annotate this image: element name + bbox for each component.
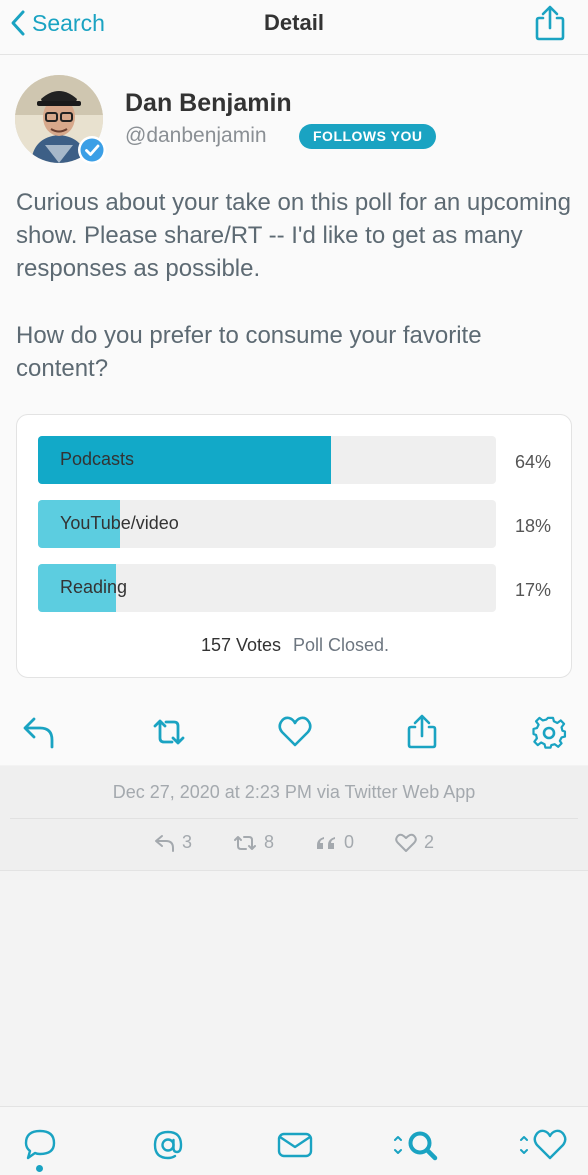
poll-option-label: Reading <box>60 577 128 597</box>
heart-icon <box>395 833 417 852</box>
quote-count[interactable]: 0 <box>314 832 354 853</box>
reply-icon <box>154 834 174 852</box>
tweet-action-bar <box>0 700 588 764</box>
envelope-icon <box>277 1132 313 1158</box>
divider <box>10 818 578 819</box>
retweet-icon <box>233 835 256 850</box>
tab-likes[interactable] <box>516 1127 570 1168</box>
poll-status: Poll Closed. <box>293 635 390 655</box>
share-icon <box>407 714 437 749</box>
author-handle[interactable]: @danbenjamin <box>125 124 267 148</box>
retweet-icon <box>153 719 185 745</box>
tweet-text-paragraph-2: How do you prefer to consume your favori… <box>16 322 482 382</box>
retweet-count[interactable]: 8 <box>232 832 274 853</box>
retweet-button[interactable] <box>150 714 188 755</box>
poll-option-youtube: YouTube/video <box>38 500 496 548</box>
tab-bar <box>0 1106 588 1175</box>
reply-count-value: 3 <box>181 832 192 852</box>
poll-option-reading: Reading <box>38 564 496 612</box>
poll-option-percent: 64% <box>514 452 551 472</box>
speech-bubble-icon <box>24 1129 56 1160</box>
tab-messages[interactable] <box>276 1127 314 1168</box>
poll-footer: 157 Votes Poll Closed. <box>17 635 573 656</box>
active-tab-indicator <box>36 1165 43 1172</box>
author-name[interactable]: Dan Benjamin <box>125 89 292 118</box>
poll-option-label: Podcasts <box>60 449 135 469</box>
tab-search[interactable] <box>390 1127 442 1168</box>
reply-icon <box>23 717 54 749</box>
quote-icon <box>317 836 335 849</box>
tab-timeline[interactable] <box>22 1127 58 1168</box>
page-title: Detail <box>264 10 324 35</box>
heart-icon <box>278 716 312 747</box>
poll-option-percent: 18% <box>514 516 551 536</box>
follows-you-badge: FOLLOWS YOU <box>299 124 437 149</box>
poll-card: Podcasts 64% YouTube/video 18% Reading 1… <box>16 414 572 678</box>
like-count[interactable]: 2 <box>394 832 434 853</box>
settings-button[interactable] <box>530 714 568 757</box>
reply-count[interactable]: 3 <box>154 832 192 853</box>
share-icon <box>535 5 565 41</box>
share-tweet-button[interactable] <box>404 714 440 755</box>
nav-bar: Search Detail <box>0 0 588 55</box>
share-button[interactable] <box>532 4 568 47</box>
poll-option-label: YouTube/video <box>60 513 179 533</box>
poll-vote-count: 157 Votes <box>200 635 282 655</box>
tweet-text-paragraph-1: Curious about your take on this poll for… <box>16 189 571 282</box>
quote-count-value: 0 <box>344 832 355 852</box>
tweet-counts: 3 8 0 2 <box>0 832 588 853</box>
gear-icon <box>532 716 567 749</box>
poll-option-podcasts: Podcasts <box>38 436 496 484</box>
verified-icon <box>77 135 107 165</box>
like-count-value: 2 <box>424 832 435 852</box>
like-button[interactable] <box>276 714 314 755</box>
reply-button[interactable] <box>22 714 56 755</box>
search-icon <box>394 1131 438 1161</box>
tweet-timestamp: Dec 27, 2020 at 2:23 PM via Twitter Web … <box>112 782 476 802</box>
tab-mentions[interactable] <box>150 1127 186 1168</box>
retweet-count-value: 8 <box>263 832 274 852</box>
at-sign-icon <box>153 1130 183 1160</box>
poll-option-percent: 17% <box>514 580 551 600</box>
heart-icon <box>520 1129 567 1160</box>
